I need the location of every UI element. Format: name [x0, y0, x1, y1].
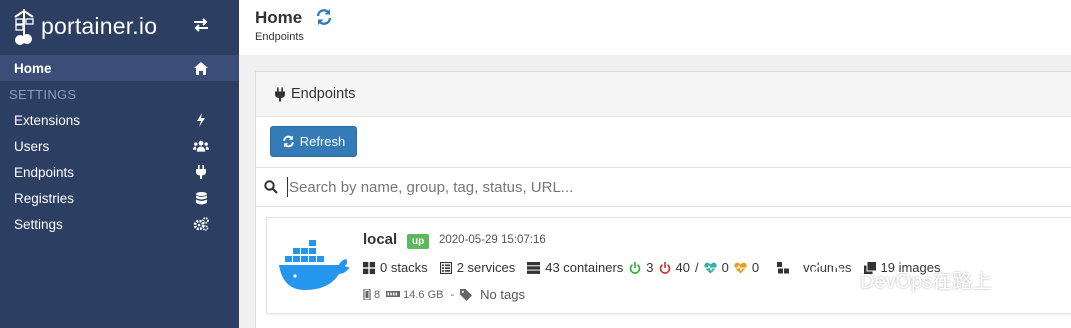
sidebar-item-settings[interactable]: Settings	[0, 211, 239, 237]
panel-header: Endpoints	[256, 72, 1071, 117]
refresh-button-label: Refresh	[299, 134, 346, 149]
refresh-icon[interactable]	[315, 8, 333, 31]
sidebar-nav: Home SETTINGS Extensions Users Endpoints…	[0, 55, 239, 237]
exchange-icon[interactable]	[192, 16, 210, 39]
running-count: 3	[646, 260, 654, 275]
brand-name: portainer.io	[41, 12, 158, 39]
tags-icon	[460, 288, 473, 301]
list-alt-icon	[439, 261, 452, 274]
cogs-icon	[193, 216, 209, 232]
users-icon	[193, 138, 209, 154]
microchip-icon	[363, 289, 371, 300]
sidebar-item-label: Home	[14, 60, 52, 76]
docker-icon	[279, 238, 351, 297]
page-title: Home	[255, 8, 303, 27]
search-icon	[264, 180, 278, 194]
endpoint-meta: 8 14.6 GB - No tags	[363, 287, 525, 302]
sidebar-item-label: Settings	[14, 216, 63, 232]
stopped-count: 40	[675, 260, 690, 275]
cubes-icon	[777, 261, 790, 273]
home-icon	[193, 60, 209, 76]
server-icon	[527, 261, 541, 274]
cpu-count: 8	[374, 288, 381, 301]
healthy-count: 0	[721, 260, 729, 275]
plug-icon	[275, 87, 285, 101]
memory-icon	[386, 291, 401, 297]
breadcrumb[interactable]: Endpoints	[255, 31, 304, 43]
wechat-icon	[811, 263, 851, 294]
portainer-logo-icon	[13, 7, 37, 45]
sidebar-item-extensions[interactable]: Extensions	[0, 107, 239, 133]
watermark-text: DevOps在路上	[860, 270, 993, 293]
sidebar: portainer.io Home SETTINGS Extensions Us…	[0, 0, 239, 328]
settings-heading: SETTINGS	[9, 86, 77, 102]
stacks-stat: 0 stacks	[363, 260, 428, 275]
endpoint-name[interactable]: local	[363, 231, 397, 248]
refresh-icon	[282, 135, 294, 148]
unhealthy-icon	[734, 262, 747, 273]
memory-size: 14.6 GB	[403, 288, 444, 301]
th-large-icon	[363, 261, 375, 274]
containers-count: 43 containers	[545, 260, 624, 275]
bolt-icon	[193, 112, 209, 128]
power-off-icon	[659, 261, 670, 274]
search-input[interactable]	[287, 177, 887, 197]
sidebar-item-label: Users	[14, 138, 50, 154]
unhealthy-count: 0	[751, 260, 760, 275]
sidebar-item-home[interactable]: Home	[0, 55, 239, 81]
sidebar-item-registries[interactable]: Registries	[0, 185, 239, 211]
panel-title: Endpoints	[291, 86, 356, 102]
sidebar-item-label: Registries	[14, 190, 75, 206]
tags-separator: -	[450, 288, 455, 301]
plug-icon	[193, 164, 209, 180]
services-stat: 2 services	[439, 260, 516, 275]
search-bar	[256, 167, 1071, 207]
sidebar-item-endpoints[interactable]: Endpoints	[0, 159, 239, 185]
endpoint-timestamp: 2020-05-29 15:07:16	[439, 234, 546, 246]
status-separator: /	[694, 260, 699, 275]
database-icon	[193, 190, 209, 206]
refresh-button[interactable]: Refresh	[270, 126, 357, 157]
sidebar-item-label: Endpoints	[14, 164, 75, 180]
stacks-count: 0 stacks	[380, 260, 428, 275]
heartbeat-icon	[703, 262, 717, 273]
sidebar-item-users[interactable]: Users	[0, 133, 239, 159]
sidebar-item-label: Extensions	[14, 112, 81, 128]
brand[interactable]: portainer.io	[0, 0, 239, 52]
services-count: 2 services	[456, 260, 516, 275]
status-badge: up	[407, 234, 430, 249]
containers-stat: 43 containers 3 40 / 0 0	[527, 260, 759, 275]
power-on-icon	[630, 261, 641, 274]
page-header: Home Endpoints	[239, 0, 1071, 55]
endpoint-tags: No tags	[480, 287, 525, 302]
watermark: DevOps在路上	[810, 262, 992, 296]
